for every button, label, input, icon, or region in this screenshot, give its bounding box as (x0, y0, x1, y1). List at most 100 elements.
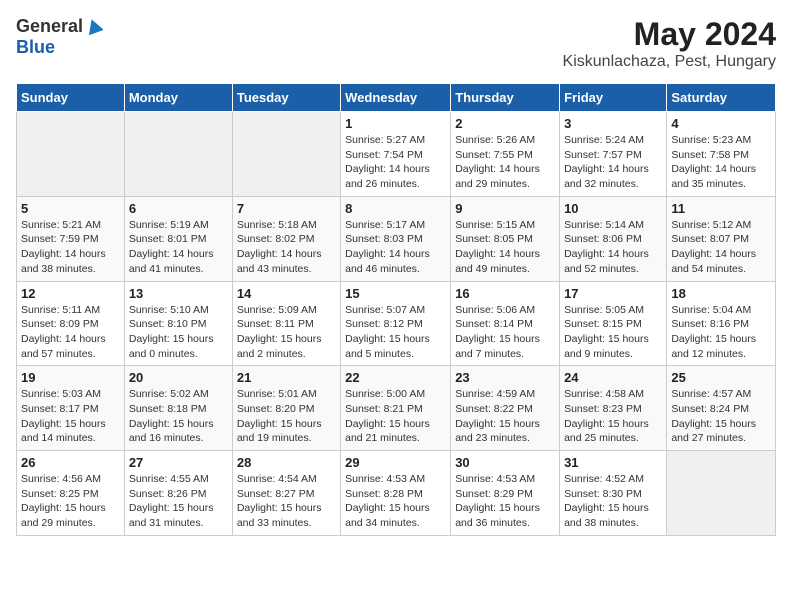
cell-info: Sunrise: 5:18 AMSunset: 8:02 PMDaylight:… (237, 218, 336, 277)
cell-date-number: 25 (671, 370, 771, 385)
calendar-cell: 21 Sunrise: 5:01 AMSunset: 8:20 PMDayligh… (232, 366, 340, 451)
cell-info: Sunrise: 4:56 AMSunset: 8:25 PMDaylight:… (21, 472, 120, 531)
calendar-cell (17, 112, 125, 197)
cell-info: Sunrise: 5:07 AMSunset: 8:12 PMDaylight:… (345, 303, 446, 362)
calendar-header-thursday: Thursday (451, 84, 560, 112)
calendar-cell: 19 Sunrise: 5:03 AMSunset: 8:17 PMDayligh… (17, 366, 125, 451)
calendar-header-friday: Friday (560, 84, 667, 112)
calendar-cell (124, 112, 232, 197)
calendar: SundayMondayTuesdayWednesdayThursdayFrid… (16, 83, 776, 536)
calendar-header-saturday: Saturday (667, 84, 776, 112)
cell-date-number: 21 (237, 370, 336, 385)
cell-info: Sunrise: 4:55 AMSunset: 8:26 PMDaylight:… (129, 472, 228, 531)
cell-date-number: 27 (129, 455, 228, 470)
cell-date-number: 7 (237, 201, 336, 216)
cell-date-number: 19 (21, 370, 120, 385)
cell-date-number: 14 (237, 286, 336, 301)
cell-date-number: 22 (345, 370, 446, 385)
cell-date-number: 1 (345, 116, 446, 131)
cell-info: Sunrise: 4:59 AMSunset: 8:22 PMDaylight:… (455, 387, 555, 446)
calendar-week-4: 19 Sunrise: 5:03 AMSunset: 8:17 PMDayligh… (17, 366, 776, 451)
cell-date-number: 6 (129, 201, 228, 216)
cell-date-number: 5 (21, 201, 120, 216)
calendar-cell: 24 Sunrise: 4:58 AMSunset: 8:23 PMDayligh… (560, 366, 667, 451)
cell-date-number: 2 (455, 116, 555, 131)
calendar-cell: 17 Sunrise: 5:05 AMSunset: 8:15 PMDayligh… (560, 281, 667, 366)
cell-info: Sunrise: 4:54 AMSunset: 8:27 PMDaylight:… (237, 472, 336, 531)
logo-blue: Blue (16, 37, 55, 58)
cell-info: Sunrise: 5:23 AMSunset: 7:58 PMDaylight:… (671, 133, 771, 192)
cell-date-number: 23 (455, 370, 555, 385)
calendar-cell: 15 Sunrise: 5:07 AMSunset: 8:12 PMDayligh… (341, 281, 451, 366)
calendar-header-tuesday: Tuesday (232, 84, 340, 112)
cell-info: Sunrise: 4:52 AMSunset: 8:30 PMDaylight:… (564, 472, 662, 531)
cell-date-number: 11 (671, 201, 771, 216)
calendar-cell: 3 Sunrise: 5:24 AMSunset: 7:57 PMDaylight… (560, 112, 667, 197)
logo: General Blue (16, 16, 103, 58)
cell-info: Sunrise: 4:57 AMSunset: 8:24 PMDaylight:… (671, 387, 771, 446)
logo-icon (85, 17, 103, 35)
calendar-cell: 2 Sunrise: 5:26 AMSunset: 7:55 PMDaylight… (451, 112, 560, 197)
cell-date-number: 8 (345, 201, 446, 216)
calendar-cell: 14 Sunrise: 5:09 AMSunset: 8:11 PMDayligh… (232, 281, 340, 366)
calendar-cell: 8 Sunrise: 5:17 AMSunset: 8:03 PMDaylight… (341, 196, 451, 281)
page-subtitle: Kiskunlachaza, Pest, Hungary (563, 53, 776, 71)
page-title: May 2024 (563, 16, 776, 53)
cell-date-number: 9 (455, 201, 555, 216)
cell-date-number: 31 (564, 455, 662, 470)
cell-info: Sunrise: 5:21 AMSunset: 7:59 PMDaylight:… (21, 218, 120, 277)
calendar-cell: 12Sunrise: 5:11 AMSunset: 8:09 PMDayligh… (17, 281, 125, 366)
calendar-header-wednesday: Wednesday (341, 84, 451, 112)
cell-date-number: 20 (129, 370, 228, 385)
calendar-cell: 31 Sunrise: 4:52 AMSunset: 8:30 PMDayligh… (560, 451, 667, 536)
cell-date-number: 3 (564, 116, 662, 131)
cell-info: Sunrise: 5:19 AMSunset: 8:01 PMDaylight:… (129, 218, 228, 277)
cell-info: Sunrise: 5:12 AMSunset: 8:07 PMDaylight:… (671, 218, 771, 277)
cell-info: Sunrise: 5:02 AMSunset: 8:18 PMDaylight:… (129, 387, 228, 446)
cell-date-number: 18 (671, 286, 771, 301)
cell-date-number: 17 (564, 286, 662, 301)
calendar-cell (667, 451, 776, 536)
cell-date-number: 4 (671, 116, 771, 131)
cell-info: Sunrise: 5:04 AMSunset: 8:16 PMDaylight:… (671, 303, 771, 362)
cell-info: Sunrise: 5:03 AMSunset: 8:17 PMDaylight:… (21, 387, 120, 446)
cell-date-number: 10 (564, 201, 662, 216)
calendar-cell: 6 Sunrise: 5:19 AMSunset: 8:01 PMDaylight… (124, 196, 232, 281)
cell-info: Sunrise: 5:01 AMSunset: 8:20 PMDaylight:… (237, 387, 336, 446)
cell-info: Sunrise: 5:26 AMSunset: 7:55 PMDaylight:… (455, 133, 555, 192)
cell-date-number: 30 (455, 455, 555, 470)
calendar-header-sunday: Sunday (17, 84, 125, 112)
calendar-cell: 28Sunrise: 4:54 AMSunset: 8:27 PMDayligh… (232, 451, 340, 536)
cell-date-number: 29 (345, 455, 446, 470)
calendar-cell: 23 Sunrise: 4:59 AMSunset: 8:22 PMDayligh… (451, 366, 560, 451)
calendar-cell: 5 Sunrise: 5:21 AMSunset: 7:59 PMDaylight… (17, 196, 125, 281)
calendar-body: 1 Sunrise: 5:27 AMSunset: 7:54 PMDaylight… (17, 112, 776, 536)
cell-info: Sunrise: 4:58 AMSunset: 8:23 PMDaylight:… (564, 387, 662, 446)
calendar-cell: 13Sunrise: 5:10 AMSunset: 8:10 PMDayligh… (124, 281, 232, 366)
cell-info: Sunrise: 5:15 AMSunset: 8:05 PMDaylight:… (455, 218, 555, 277)
cell-info: Sunrise: 5:27 AMSunset: 7:54 PMDaylight:… (345, 133, 446, 192)
cell-date-number: 15 (345, 286, 446, 301)
cell-info: Sunrise: 5:17 AMSunset: 8:03 PMDaylight:… (345, 218, 446, 277)
header: General Blue May 2024 Kiskunlachaza, Pes… (16, 16, 776, 71)
calendar-cell: 11 Sunrise: 5:12 AMSunset: 8:07 PMDayligh… (667, 196, 776, 281)
cell-info: Sunrise: 5:09 AMSunset: 8:11 PMDaylight:… (237, 303, 336, 362)
calendar-week-3: 12Sunrise: 5:11 AMSunset: 8:09 PMDayligh… (17, 281, 776, 366)
cell-date-number: 24 (564, 370, 662, 385)
calendar-header-monday: Monday (124, 84, 232, 112)
calendar-cell: 29Sunrise: 4:53 AMSunset: 8:28 PMDayligh… (341, 451, 451, 536)
calendar-cell: 9 Sunrise: 5:15 AMSunset: 8:05 PMDaylight… (451, 196, 560, 281)
cell-info: Sunrise: 5:05 AMSunset: 8:15 PMDaylight:… (564, 303, 662, 362)
cell-info: Sunrise: 4:53 AMSunset: 8:29 PMDaylight:… (455, 472, 555, 531)
cell-date-number: 12 (21, 286, 120, 301)
calendar-header-row: SundayMondayTuesdayWednesdayThursdayFrid… (17, 84, 776, 112)
calendar-cell: 16Sunrise: 5:06 AMSunset: 8:14 PMDayligh… (451, 281, 560, 366)
calendar-week-1: 1 Sunrise: 5:27 AMSunset: 7:54 PMDaylight… (17, 112, 776, 197)
calendar-cell: 1 Sunrise: 5:27 AMSunset: 7:54 PMDaylight… (341, 112, 451, 197)
cell-info: Sunrise: 5:10 AMSunset: 8:10 PMDaylight:… (129, 303, 228, 362)
calendar-week-2: 5 Sunrise: 5:21 AMSunset: 7:59 PMDaylight… (17, 196, 776, 281)
cell-info: Sunrise: 5:24 AMSunset: 7:57 PMDaylight:… (564, 133, 662, 192)
calendar-cell: 26Sunrise: 4:56 AMSunset: 8:25 PMDayligh… (17, 451, 125, 536)
calendar-week-5: 26Sunrise: 4:56 AMSunset: 8:25 PMDayligh… (17, 451, 776, 536)
calendar-cell: 25 Sunrise: 4:57 AMSunset: 8:24 PMDayligh… (667, 366, 776, 451)
